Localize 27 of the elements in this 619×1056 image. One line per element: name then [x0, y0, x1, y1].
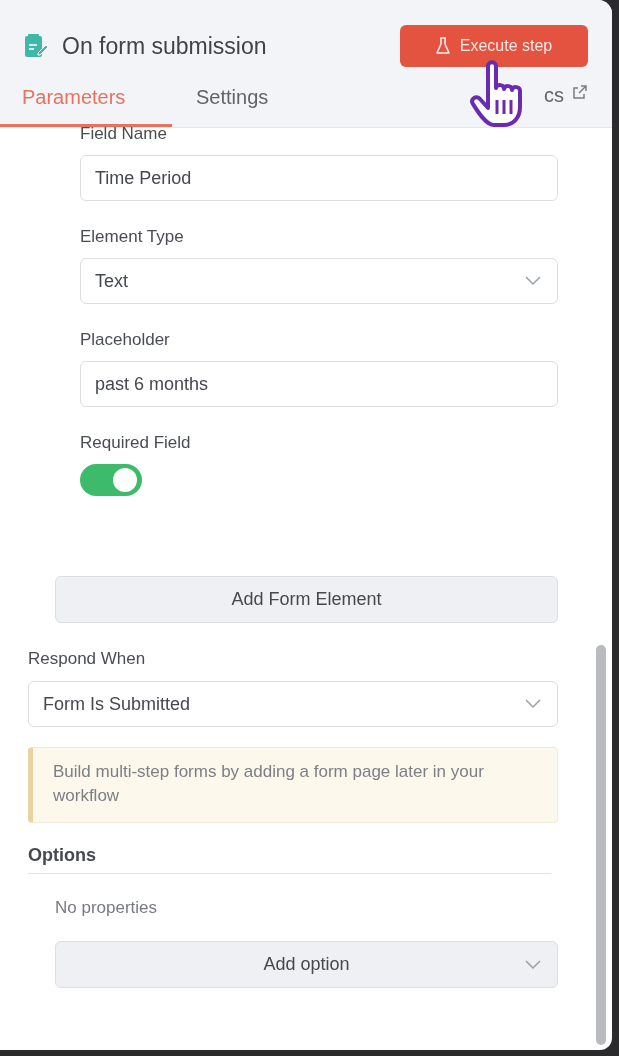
select-field[interactable]: Text [80, 258, 558, 304]
add-form-element-button[interactable]: Add Form Element [55, 576, 558, 623]
info-notice: Build multi-step forms by adding a form page later in your workflow [28, 747, 558, 823]
select-field[interactable]: Form Is Submitted [28, 681, 558, 727]
chevron-down-icon [525, 959, 541, 970]
text-input[interactable]: Time Period [80, 155, 558, 201]
toggle-switch[interactable] [80, 464, 142, 496]
chevron-down-icon [525, 699, 541, 709]
empty-text: No properties [55, 898, 159, 918]
flask-icon [435, 37, 450, 55]
node-title: On form submission [62, 32, 268, 60]
field-label: Element Type [80, 227, 185, 247]
section-heading: Options [28, 845, 551, 874]
scrollbar[interactable] [596, 645, 606, 1045]
external-link-icon [572, 84, 588, 100]
chevron-down-icon [525, 276, 541, 286]
add-option-button[interactable]: Add option [55, 941, 558, 988]
select-value: Form Is Submitted [43, 693, 191, 715]
field-label: Respond When [28, 649, 147, 669]
field-label: Field Name [80, 124, 168, 144]
docs-tab[interactable]: cs [544, 84, 588, 127]
form-icon [24, 33, 48, 59]
select-value: Text [95, 270, 128, 292]
field-label: Placeholder [80, 330, 171, 350]
field-label: Required Field [80, 433, 192, 453]
tab[interactable]: Settings [196, 84, 269, 127]
text-input[interactable]: past 6 months [80, 361, 558, 407]
